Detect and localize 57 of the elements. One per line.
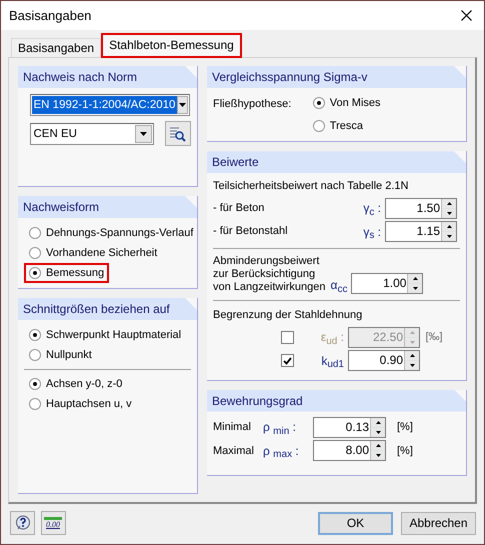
group-title: Vergleichsspannung Sigma-v <box>207 66 466 88</box>
number-spinner[interactable]: 0.90 <box>348 350 420 372</box>
tab[interactable]: Stahlbeton-Bemessung <box>101 33 242 58</box>
help-icon <box>14 515 30 531</box>
number-spinner[interactable]: 0.13 <box>313 416 386 438</box>
window-title: Basisangaben <box>9 6 92 25</box>
units-button[interactable]: 0.00 <box>40 511 66 535</box>
field-label: Maximal <box>213 444 255 458</box>
tab[interactable]: Basisangaben <box>11 38 102 57</box>
symbol-label: ε$_{ud}$ : <box>320 329 344 346</box>
spin-down-icon <box>442 208 456 218</box>
search-icon <box>169 126 186 142</box>
number-spinner[interactable]: 1.50 <box>385 198 457 218</box>
section-heading: Begrenzung der Stahldehnung <box>213 308 364 324</box>
radio-button[interactable]: Achsen y-0, z-0 <box>24 374 128 394</box>
ok-button[interactable]: OK <box>318 512 393 534</box>
cancel-button[interactable]: Abbrechen <box>401 512 476 534</box>
checkbox[interactable] <box>281 354 294 368</box>
number-spinner[interactable]: 8.00 <box>313 440 386 462</box>
radio-button[interactable]: Von Mises <box>308 93 386 113</box>
spin-down-icon <box>371 426 385 436</box>
symbol-label: ρ $_{min}$ : <box>263 419 297 436</box>
field-label: - für Beton <box>213 202 266 214</box>
dropdown-field[interactable]: EN 1992-1-1:2004/AC:2010 <box>30 94 190 116</box>
number-spinner[interactable]: 1.00 <box>351 273 424 294</box>
symbol-label: α$_{cc}$ <box>330 277 348 294</box>
radio-button[interactable]: Schwerpunkt Hauptmaterial <box>24 325 186 345</box>
group-title: Beiwerte <box>207 151 466 174</box>
section-heading: Teilsicherheitsbeiwert nach Tabelle 2.1N <box>213 179 410 194</box>
radio-button[interactable]: Tresca <box>308 116 368 136</box>
number-spinner[interactable]: 1.15 <box>385 221 457 242</box>
radio-button[interactable]: Nullpunkt <box>24 345 97 365</box>
radio-button[interactable]: Dehnungs-Spannungs-Verlauf <box>24 223 198 243</box>
unit-label: [%] <box>397 444 413 458</box>
radio-button[interactable]: Hauptachsen u, v <box>24 394 137 414</box>
group-title: Bewehrungsgrad <box>207 390 466 412</box>
field-label: Abminderungsbeiwert zur Berücksichtigung von Langzeitwirkungen <box>213 255 326 294</box>
group-title: Nachweis nach Norm <box>18 66 197 88</box>
field-label: Fließhypothese: <box>213 97 292 112</box>
symbol-label: k$_{ud1}$ <box>320 352 344 370</box>
field-label: - für Betonstahl <box>213 225 289 238</box>
spin-down-icon <box>405 336 419 346</box>
group-title: Schnittgrößen beziehen auf <box>18 298 197 320</box>
radio-button[interactable]: Bemessung <box>24 263 110 283</box>
symbol-label: ρ $_{max}$ : <box>263 442 300 460</box>
dropdown-field[interactable]: CEN EU <box>30 122 154 144</box>
symbol-label: γ$_{s}$ : <box>362 224 381 241</box>
radio-button[interactable]: Vorhandene Sicherheit <box>24 243 162 263</box>
close-icon <box>461 10 472 21</box>
group-title: Nachweisform <box>18 196 197 218</box>
unit-label: [‰] <box>426 330 443 345</box>
unit-label: [%] <box>397 420 413 435</box>
number-spinner: 22.50 <box>348 326 420 348</box>
help-button[interactable] <box>10 511 35 535</box>
field-label: Minimal <box>213 420 252 435</box>
symbol-label: γ$_{c}$ : <box>362 200 381 217</box>
search-button[interactable] <box>164 121 190 146</box>
